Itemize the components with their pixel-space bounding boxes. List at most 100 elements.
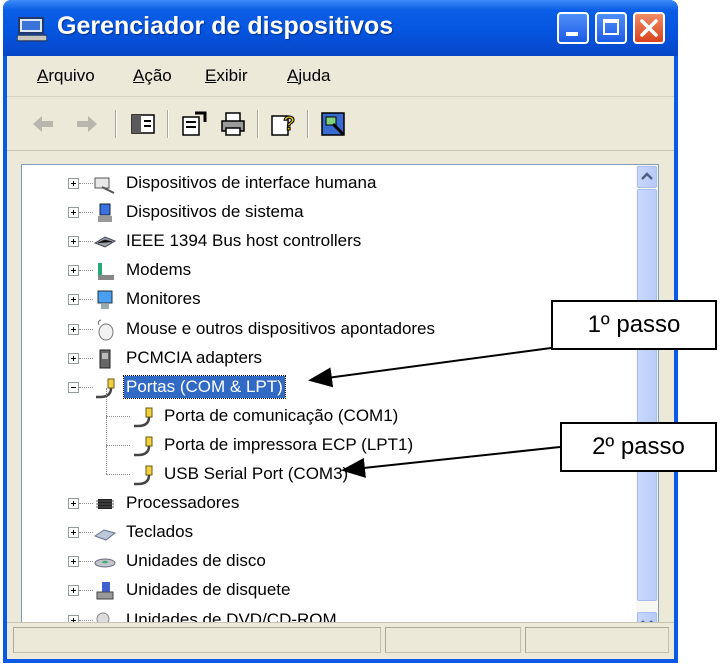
expand-icon[interactable] [68,265,79,276]
menu-acao[interactable]: Ação [133,66,172,86]
expand-icon[interactable] [68,324,79,335]
tree-item-label: Modems [126,260,192,279]
tree-item-label: Dispositivos de sistema [126,202,304,221]
tree-connector [106,474,130,475]
tree-item-label: Monitores [126,289,201,308]
expander-vertical-stroke [73,588,74,593]
print-icon[interactable] [219,110,247,138]
status-bar [7,622,674,659]
tree-child-item[interactable]: USB Serial Port (COM3) [22,446,632,491]
tree-item-label: Unidades de disco [126,551,266,570]
processor-icon [96,499,114,509]
svg-text:?: ? [283,113,295,135]
tree-category-item[interactable]: PCMCIA adapters [22,347,632,375]
scroll-thumb[interactable] [637,189,657,601]
tree-item-label: Porta de comunicação (COM1) [164,406,399,425]
expand-icon[interactable] [68,498,79,509]
mouse-icon [97,319,114,341]
chevron-up-icon [641,172,653,180]
expand-icon[interactable] [68,585,79,596]
title-bar[interactable]: Gerenciador de dispositivos [3,0,678,56]
tree-connector [79,620,93,621]
tree-connector [79,387,93,388]
tree-item-label: Dispositivos de interface humana [126,173,377,192]
tree-item-label: Portas (COM & LPT) [123,375,286,399]
port-icon [134,436,153,457]
tree-category-item[interactable]: Dispositivos de interface humana [22,172,632,200]
firewire-icon [94,236,116,248]
expander-vertical-stroke [73,210,74,215]
tree-item-label: Teclados [126,522,194,541]
tree-category-item[interactable]: Unidades de disco [22,550,632,578]
expander-vertical-stroke [73,501,74,506]
forward-arrow-icon[interactable] [73,110,101,138]
status-panel [385,627,521,653]
tree-connector [106,446,107,474]
tree-category-item[interactable]: IEEE 1394 Bus host controllers [22,230,632,258]
expander-vertical-stroke [73,530,74,535]
tree-category-item[interactable]: Monitores [22,288,632,316]
toolbar-separator [257,110,259,138]
keyboard-icon [94,529,116,541]
tree-category-item[interactable]: Mouse e outros dispositivos apontadores [22,318,632,346]
tree-connector [79,183,93,184]
close-button[interactable] [633,12,665,44]
expand-icon[interactable] [68,556,79,567]
console-tree-icon[interactable] [129,110,157,138]
expand-icon[interactable] [68,236,79,247]
tree-connector [106,417,107,447]
callout-step-2: 2º passo [560,422,717,472]
expander-vertical-stroke [73,559,74,564]
tree-category-item[interactable]: Unidades de disquete [22,579,632,607]
collapse-icon[interactable] [68,382,79,393]
menu-ajuda[interactable]: Ajuda [287,66,330,86]
expand-icon[interactable] [68,178,79,189]
scroll-up-button[interactable] [637,166,657,188]
tree-child-item[interactable]: Porta de comunicação (COM1) [22,388,632,433]
tree-category-item[interactable]: Portas (COM & LPT) [22,375,632,404]
expander-vertical-stroke [73,327,74,332]
back-arrow-icon[interactable] [29,110,57,138]
tree-item-label: Processadores [126,493,240,512]
menu-arquivo[interactable]: Arquivo [37,66,95,86]
scan-hardware-icon[interactable] [319,110,347,138]
pcmcia-icon [99,349,111,369]
tree-connector [106,416,130,417]
menu-bar: Arquivo Ação Exibir Ajuda [7,56,674,97]
toolbar-separator [167,110,169,138]
tree-category-item[interactable]: Teclados [22,521,632,549]
computer-icon [17,17,47,42]
expand-icon[interactable] [68,527,79,538]
vertical-scrollbar[interactable] [636,165,658,635]
tree-category-item[interactable]: Dispositivos de sistema [22,201,632,229]
device-tree: Dispositivos de interface humana Disposit… [21,164,659,636]
tree-item-label: Porta de impressora ECP (LPT1) [164,435,414,454]
tree-connector [79,270,93,271]
expand-icon[interactable] [68,294,79,305]
status-panel [525,627,669,653]
menu-exibir[interactable]: Exibir [205,66,248,86]
toolbar: ? [7,98,674,151]
minimize-button[interactable] [557,12,589,44]
help-icon[interactable]: ? [269,110,297,138]
tree-category-item[interactable]: Modems [22,259,632,287]
tree-item-label: Unidades de disquete [126,580,291,599]
expander-vertical-stroke [73,356,74,361]
tree-connector [79,561,93,562]
tree-category-item[interactable]: Processadores [22,492,632,520]
tree-child-item[interactable]: Porta de impressora ECP (LPT1) [22,417,632,462]
expand-icon[interactable] [68,353,79,364]
minimize-icon [566,32,578,36]
disk-icon [94,558,116,568]
tree-connector [79,503,93,504]
toolbar-separator [115,110,117,138]
tree-connector [106,388,107,418]
tree-item-label: Mouse e outros dispositivos apontadores [126,319,436,338]
properties-icon[interactable] [179,110,207,138]
tree-connector [79,241,93,242]
maximize-button[interactable] [595,12,627,44]
window-title: Gerenciador de dispositivos [57,12,394,40]
port-icon [134,407,153,428]
expander-horizontal-stroke [71,387,76,388]
expand-icon[interactable] [68,207,79,218]
